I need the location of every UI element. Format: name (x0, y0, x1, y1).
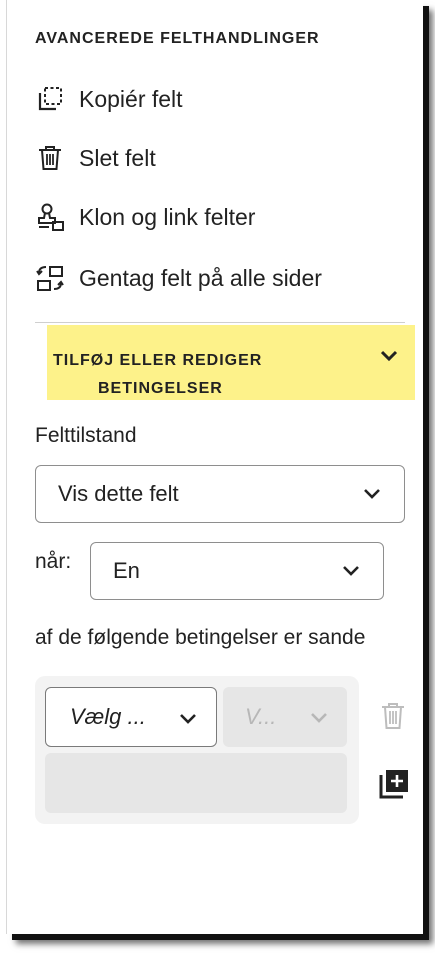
repeat-field-all-pages-label: Gentag felt på alle sider (79, 264, 322, 291)
field-state-value: Vis dette felt (58, 481, 179, 506)
field-state-label: Felttilstand (35, 424, 137, 447)
copy-field-action[interactable]: Kopiér felt (35, 82, 183, 116)
clone-link-fields-action[interactable]: Klon og link felter (35, 200, 255, 234)
when-select[interactable]: En (90, 542, 384, 600)
rule-value-field[interactable] (45, 753, 347, 813)
clone-link-fields-label: Klon og link felter (79, 203, 256, 230)
rule-field-value: Vælg ... (70, 704, 146, 729)
when-value: En (113, 558, 140, 583)
repeat-field-all-pages-action[interactable]: Gentag felt på alle sider (35, 261, 322, 295)
chevron-down-icon (309, 705, 329, 731)
rule-operator-select[interactable]: V... (223, 687, 347, 747)
delete-field-label: Slet felt (79, 144, 156, 171)
delete-field-action[interactable]: Slet felt (35, 141, 156, 175)
rule-operator-value: V... (245, 704, 277, 729)
rule-field-select[interactable]: Vælg ... (45, 687, 217, 747)
field-state-select[interactable]: Vis dette felt (35, 465, 405, 523)
add-rule-icon[interactable] (377, 767, 411, 801)
repeat-pages-icon (35, 263, 65, 293)
copy-field-icon (35, 84, 65, 114)
chevron-down-icon (341, 558, 361, 584)
when-label: når: (35, 550, 72, 573)
divider (35, 322, 405, 323)
clone-stamp-icon (35, 202, 65, 232)
conditions-header-line2: BETINGELSER (98, 380, 223, 397)
chevron-down-icon (379, 349, 399, 368)
conditions-accordion-header[interactable]: TILFØJ ELLER REDIGER BETINGELSER (47, 325, 415, 400)
trash-icon (35, 143, 65, 173)
advanced-field-actions-panel: AVANCEREDE FELTHANDLINGER Kopiér felt Sl… (6, 0, 423, 934)
chevron-down-icon (362, 481, 382, 507)
copy-field-label: Kopiér felt (79, 85, 183, 112)
delete-rule-trash-icon[interactable] (376, 699, 410, 733)
conditions-header-line1: TILFØJ ELLER REDIGER (53, 352, 263, 369)
chevron-down-icon (178, 706, 198, 732)
conditions-description: af de følgende betingelser er sande (35, 626, 366, 649)
section-title: AVANCEREDE FELTHANDLINGER (35, 30, 320, 47)
